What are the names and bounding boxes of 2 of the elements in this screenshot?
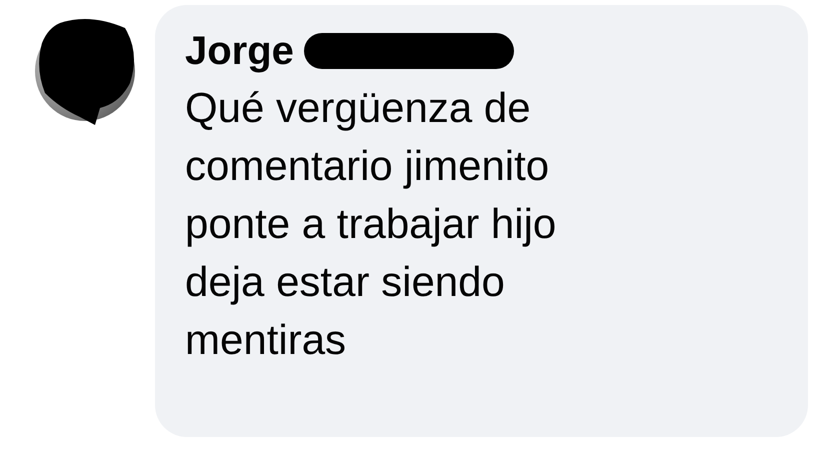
comment-text: Qué vergüenza de comentario jimenito ponte a trabajar hijo deja estar siendo mentiras	[185, 83, 558, 365]
author-name[interactable]: Jorge	[185, 27, 294, 75]
